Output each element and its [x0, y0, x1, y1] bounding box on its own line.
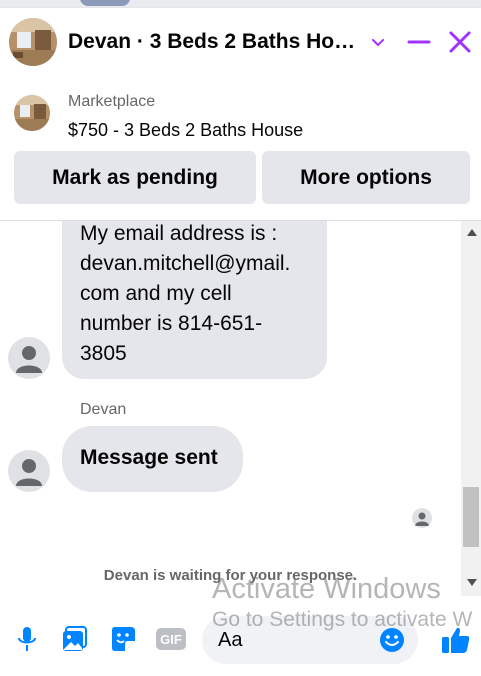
scroll-down-arrow-icon[interactable]: [467, 579, 477, 586]
chat-title: Devan · 3 Beds 2 Baths Ho…: [68, 30, 356, 53]
sticker-icon[interactable]: [108, 624, 138, 654]
like-icon[interactable]: [440, 624, 472, 654]
seen-avatar: [412, 508, 432, 528]
emoji-icon[interactable]: [378, 626, 406, 654]
waiting-status: Devan is waiting for your response.: [103, 567, 358, 584]
message-bubble: My email address is : devan.mitchell@yma…: [62, 221, 327, 379]
message-bubble: Message sent: [62, 426, 243, 492]
sender-avatar[interactable]: [8, 450, 50, 492]
photo-icon[interactable]: [60, 624, 90, 654]
message-line: devan.mitchell@ymail.: [80, 252, 291, 275]
marketplace-listing: Marketplace $750 - 3 Beds 2 Baths House …: [0, 76, 481, 221]
message-line: number is 814-651-: [80, 312, 263, 335]
top-strip: [0, 0, 481, 8]
chat-header: Devan · 3 Beds 2 Baths Ho…: [0, 8, 481, 76]
mark-as-pending-button[interactable]: Mark as pending: [14, 151, 256, 204]
scroll-up-arrow-icon[interactable]: [467, 229, 477, 236]
listing-avatar[interactable]: [9, 18, 57, 66]
listing-thumbnail[interactable]: [14, 95, 50, 131]
microphone-icon[interactable]: [12, 624, 42, 654]
listing-title[interactable]: $750 - 3 Beds 2 Baths House: [68, 120, 303, 141]
sender-name: Devan: [80, 401, 127, 418]
chevron-down-icon[interactable]: [364, 28, 392, 56]
more-options-button[interactable]: More options: [262, 151, 470, 204]
scrollbar[interactable]: [461, 221, 481, 596]
scrollbar-thumb[interactable]: [463, 487, 479, 547]
message-line: 3805: [80, 342, 127, 365]
close-icon[interactable]: [446, 28, 474, 56]
gif-label: GIF: [160, 632, 182, 647]
partial-avatar: [80, 0, 130, 6]
message-input-wrapper: [202, 616, 418, 664]
marketplace-label: Marketplace: [68, 93, 156, 110]
minimize-icon[interactable]: [405, 28, 433, 56]
gif-icon[interactable]: GIF: [155, 624, 187, 654]
message-line: com and my cell: [80, 282, 232, 305]
message-input[interactable]: [218, 626, 378, 654]
sender-avatar[interactable]: [8, 337, 50, 379]
message-list: My email address is : devan.mitchell@yma…: [0, 221, 461, 596]
message-line: My email address is :: [80, 222, 278, 245]
message-composer: GIF: [0, 596, 481, 676]
